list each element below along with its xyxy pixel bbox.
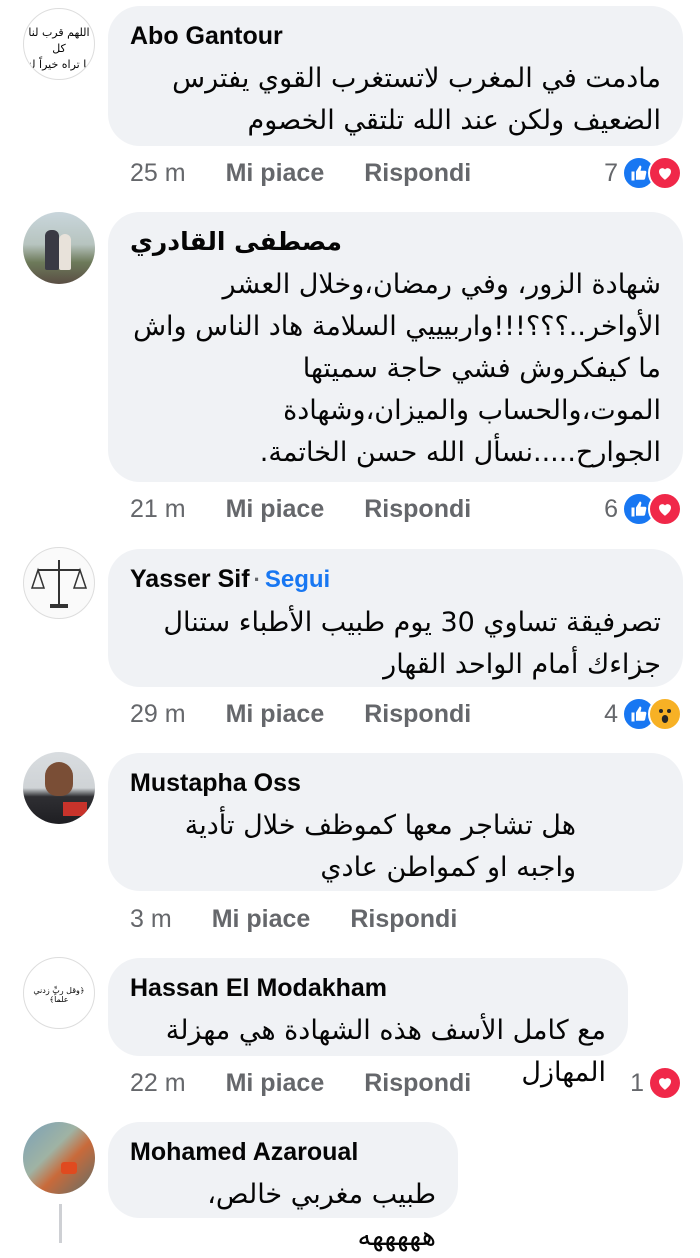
like-button[interactable]: Mi piace: [226, 159, 325, 188]
comment-time[interactable]: 3 m: [130, 905, 172, 934]
wow-icon: [648, 697, 682, 731]
avatar-caption: اللهم قرب لنا كل: [28, 26, 90, 55]
comment-bubble: Mohamed Azaroual طبيب مغربي خالص، هههههه: [108, 1122, 458, 1252]
comment-bubble: Abo Gantour مادمت في المغرب لاتستغرب الق…: [108, 6, 683, 146]
comment-author[interactable]: مصطفى القادري: [130, 226, 661, 258]
comment-bubble: Hassan El Modakham مع كامل الأسف هذه الش…: [108, 958, 628, 1088]
comment-text: هل تشاجر معها كموظف خلال تأدية واجبه او …: [184, 810, 576, 883]
comment-text: شهادة الزور، وفي رمضان،وخلال العشر الأوا…: [133, 269, 661, 468]
like-button[interactable]: Mi piace: [226, 700, 325, 729]
avatar[interactable]: [23, 752, 95, 824]
reaction-summary[interactable]: 6: [604, 491, 682, 527]
comment-meta: 29 m Mi piace Rispondi: [130, 696, 471, 732]
reply-button[interactable]: Rispondi: [364, 1069, 471, 1098]
comment-meta: 21 m Mi piace Rispondi: [130, 491, 471, 527]
avatar-caption: ما تراه خيراً لنا: [25, 58, 93, 71]
avatar[interactable]: [23, 212, 95, 284]
comment-author[interactable]: Mohamed Azaroual: [130, 1136, 436, 1168]
comment-author[interactable]: Mustapha Oss: [130, 767, 661, 799]
comment-bubble: Yasser Sif · Segui تصرفيقة تساوي 30 يوم طب…: [108, 549, 683, 687]
separator-dot: ·: [253, 567, 261, 592]
reaction-count: 1: [630, 1068, 644, 1097]
comment-text: تصرفيقة تساوي 30 يوم طبيب الأطباء ستنال …: [163, 607, 661, 680]
reaction-summary[interactable]: 4: [604, 696, 682, 732]
comment-meta: 3 m Mi piace Rispondi: [130, 901, 457, 937]
comment-author-row: Yasser Sif · Segui: [130, 563, 661, 596]
love-icon: [648, 156, 682, 190]
avatar[interactable]: [23, 547, 95, 619]
avatar[interactable]: [23, 1122, 95, 1194]
like-button[interactable]: Mi piace: [226, 1069, 325, 1098]
comment-bubble: Mustapha Oss هل تشاجر معها كموظف خلال تأ…: [108, 753, 683, 891]
reaction-count: 4: [604, 699, 618, 728]
reaction-count: 6: [604, 494, 618, 523]
avatar[interactable]: ﴿وقل ربِّ زدني علماً﴾: [23, 957, 95, 1029]
comment-meta: 22 m Mi piace Rispondi: [130, 1065, 471, 1101]
avatar[interactable]: اللهم قرب لنا كل ما تراه خيراً لنا: [23, 8, 95, 80]
reaction-summary[interactable]: 1: [630, 1065, 682, 1101]
comment-time[interactable]: 21 m: [130, 495, 186, 524]
reaction-count: 7: [604, 158, 618, 187]
thread-line: [59, 1204, 62, 1243]
avatar-caption: ﴿وقل ربِّ زدني علماً﴾: [33, 986, 85, 1004]
comment-time[interactable]: 22 m: [130, 1069, 186, 1098]
like-button[interactable]: Mi piace: [226, 495, 325, 524]
comment-author[interactable]: Abo Gantour: [130, 20, 661, 52]
reply-button[interactable]: Rispondi: [364, 159, 471, 188]
reaction-summary[interactable]: 7: [604, 155, 682, 191]
comment-author[interactable]: Yasser Sif: [130, 565, 250, 593]
comment-text: طبيب مغربي خالص، هههههه: [207, 1179, 436, 1252]
follow-button[interactable]: Segui: [265, 566, 330, 593]
comment-text: مادمت في المغرب لاتستغرب القوي يفترس الض…: [172, 63, 661, 136]
comment-time[interactable]: 29 m: [130, 700, 186, 729]
comment-time[interactable]: 25 m: [130, 159, 186, 188]
reply-button[interactable]: Rispondi: [364, 700, 471, 729]
love-icon: [648, 1066, 682, 1100]
comment-bubble: مصطفى القادري شهادة الزور، وفي رمضان،وخل…: [108, 212, 683, 482]
comment-author[interactable]: Hassan El Modakham: [130, 972, 606, 1004]
like-button[interactable]: Mi piace: [212, 905, 311, 934]
love-icon: [648, 492, 682, 526]
comment-meta: 25 m Mi piace Rispondi: [130, 155, 471, 191]
reply-button[interactable]: Rispondi: [350, 905, 457, 934]
reply-button[interactable]: Rispondi: [364, 495, 471, 524]
